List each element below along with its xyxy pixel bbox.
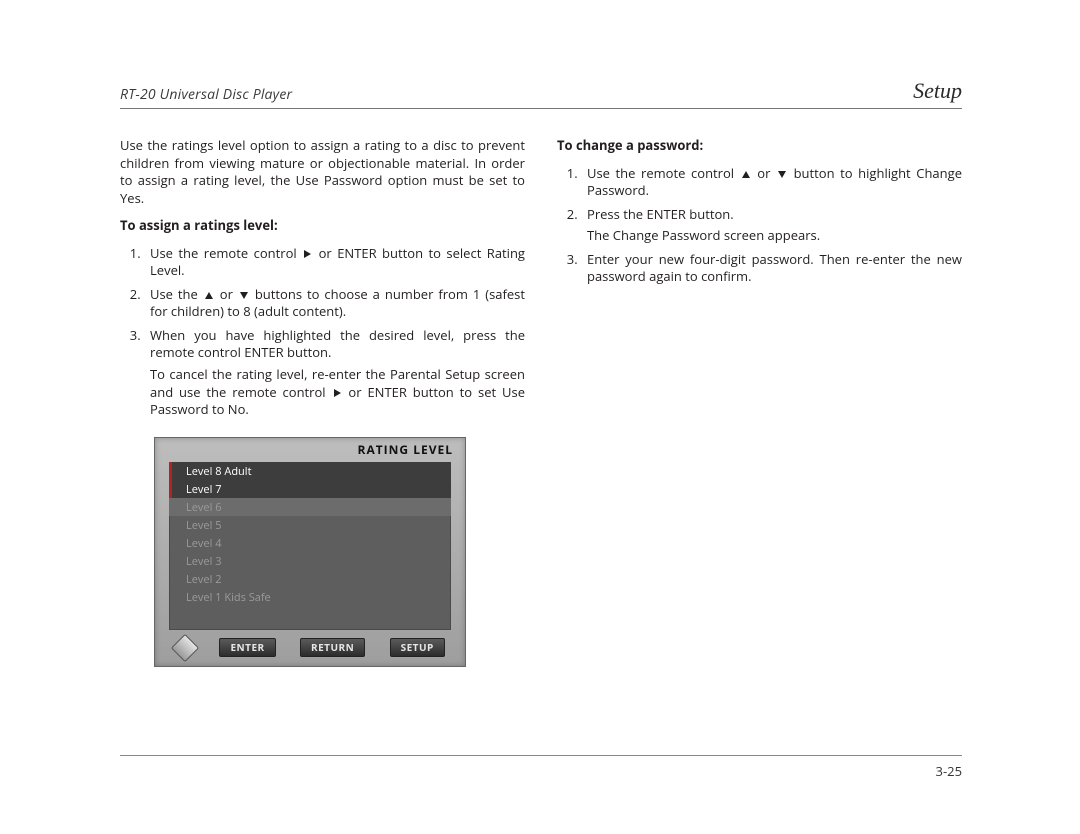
- change-pw-heading: To change a password:: [557, 137, 962, 155]
- assign-step-3: When you have highlighted the desired le…: [144, 327, 525, 419]
- osd-level-5: Level 5: [169, 516, 451, 534]
- right-column: To change a password: Use the remote con…: [557, 137, 962, 667]
- intro-paragraph: Use the ratings level option to assign a…: [120, 137, 525, 207]
- osd-level-6: Level 6: [169, 498, 451, 516]
- assign-cancel-note: To cancel the rating level, re-enter the…: [150, 366, 525, 419]
- change-pw-steps: Use the remote control or button to high…: [557, 165, 962, 286]
- manual-page: RT-20 Universal Disc Player Setup Use th…: [0, 0, 1080, 834]
- right-arrow-icon: [334, 389, 341, 397]
- osd-button-bar: ENTER RETURN SETUP: [155, 636, 465, 660]
- down-arrow-icon: [240, 292, 248, 299]
- change-pw-step-3: Enter your new four-digit password. Then…: [581, 251, 962, 286]
- osd-level-7: Level 7: [169, 480, 451, 498]
- osd-return-button: RETURN: [300, 638, 365, 658]
- osd-level-1: Level 1 Kids Safe: [169, 588, 451, 606]
- assign-step-2: Use the or buttons to choose a number fr…: [144, 286, 525, 321]
- assign-step-1: Use the remote control or ENTER button t…: [144, 245, 525, 280]
- osd-panel: Level 8 Adult Level 7 Level 6 Level 5 Le…: [169, 462, 451, 630]
- osd-level-3: Level 3: [169, 552, 451, 570]
- nav-pad-icon: [171, 634, 199, 662]
- page-header: RT-20 Universal Disc Player Setup: [120, 78, 962, 109]
- osd-title: RATING LEVEL: [358, 442, 453, 458]
- osd-level-2: Level 2: [169, 570, 451, 588]
- assign-steps: Use the remote control or ENTER button t…: [120, 245, 525, 419]
- up-arrow-icon: [742, 171, 750, 178]
- change-pw-step-2-sub: The Change Password screen appears.: [587, 227, 962, 245]
- change-pw-step-1: Use the remote control or button to high…: [581, 165, 962, 200]
- section-title: Setup: [913, 78, 962, 104]
- page-footer: 3-25: [120, 755, 962, 780]
- content-columns: Use the ratings level option to assign a…: [120, 137, 962, 667]
- right-arrow-icon: [304, 250, 311, 258]
- product-name: RT-20 Universal Disc Player: [120, 85, 292, 104]
- change-pw-step-2: Press the ENTER button. The Change Passw…: [581, 206, 962, 245]
- osd-enter-button: ENTER: [219, 638, 275, 658]
- up-arrow-icon: [205, 292, 213, 299]
- down-arrow-icon: [778, 171, 786, 178]
- assign-heading: To assign a ratings level:: [120, 217, 525, 235]
- osd-setup-button: SETUP: [390, 638, 445, 658]
- osd-level-4: Level 4: [169, 534, 451, 552]
- rating-level-figure: RATING LEVEL Level 8 Adult Level 7 Level…: [154, 437, 466, 667]
- page-number: 3-25: [936, 762, 962, 780]
- left-column: Use the ratings level option to assign a…: [120, 137, 525, 667]
- osd-level-8: Level 8 Adult: [169, 462, 451, 480]
